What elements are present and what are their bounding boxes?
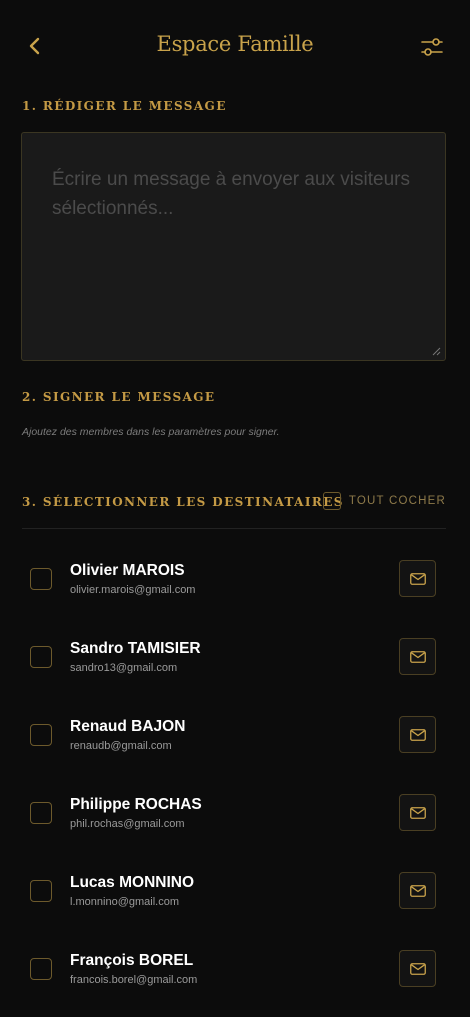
mail-icon [409, 728, 426, 741]
recipient-name: Renaud BAJON [70, 718, 186, 735]
recipient-checkbox[interactable] [30, 646, 52, 668]
check-all-label: TOUT COCHER [348, 495, 446, 507]
mail-icon [409, 572, 426, 585]
recipient-checkbox[interactable] [30, 958, 52, 980]
recipient-row: François BOREL francois.borel@gmail.com [0, 930, 470, 1008]
recipient-email: sandro13@gmail.com [70, 662, 178, 674]
send-mail-button[interactable] [399, 872, 436, 909]
recipient-checkbox[interactable] [30, 724, 52, 746]
mail-icon [409, 962, 426, 975]
recipient-checkbox[interactable] [30, 880, 52, 902]
page-title: Espace Famille [156, 32, 314, 56]
recipient-name: Sandro TAMISIER [70, 640, 201, 657]
sliders-icon [421, 38, 443, 56]
send-mail-button[interactable] [399, 560, 436, 597]
page: Espace Famille 1. Rédiger le message 2. … [0, 0, 470, 1017]
recipient-list: Olivier MAROIS olivier.marois@gmail.com … [0, 540, 470, 1008]
recipient-email: francois.borel@gmail.com [70, 974, 198, 986]
sign-hint: Ajoutez des membres dans les paramètres … [22, 426, 280, 438]
recipient-email: phil.rochas@gmail.com [70, 818, 185, 830]
recipient-row: Sandro TAMISIER sandro13@gmail.com [0, 618, 470, 696]
divider [22, 528, 446, 529]
recipient-checkbox[interactable] [30, 802, 52, 824]
message-textarea-container [21, 132, 446, 361]
recipient-name: Lucas MONNINO [70, 874, 195, 891]
send-mail-button[interactable] [399, 794, 436, 831]
recipient-checkbox[interactable] [30, 568, 52, 590]
filter-button[interactable] [420, 35, 444, 59]
check-all-toggle[interactable]: TOUT COCHER [322, 492, 446, 510]
mail-icon [409, 806, 426, 819]
header: Espace Famille [0, 0, 470, 94]
recipient-name: Olivier MAROIS [70, 562, 185, 579]
mail-icon [409, 650, 426, 663]
recipient-row: Olivier MAROIS olivier.marois@gmail.com [0, 540, 470, 618]
send-mail-button[interactable] [399, 950, 436, 987]
send-mail-button[interactable] [399, 638, 436, 675]
recipient-row: Lucas MONNINO l.monnino@gmail.com [0, 852, 470, 930]
check-all-checkbox[interactable] [322, 492, 341, 510]
recipient-email: l.monnino@gmail.com [70, 896, 179, 908]
send-mail-button[interactable] [399, 716, 436, 753]
recipient-email: renaudb@gmail.com [70, 740, 172, 752]
compose-section-label: 1. Rédiger le message [22, 99, 227, 113]
recipient-email: olivier.marois@gmail.com [70, 584, 196, 596]
sign-section-label: 2. Signer le message [22, 390, 216, 404]
mail-icon [409, 884, 426, 897]
recipients-section-label: 3. Sélectionner les destinataires [22, 495, 344, 509]
message-input[interactable] [22, 133, 445, 360]
recipient-row: Philippe ROCHAS phil.rochas@gmail.com [0, 774, 470, 852]
recipient-name: Philippe ROCHAS [70, 796, 202, 813]
recipient-row: Renaud BAJON renaudb@gmail.com [0, 696, 470, 774]
recipient-name: François BOREL [70, 952, 194, 969]
resize-handle-icon[interactable] [432, 347, 441, 356]
